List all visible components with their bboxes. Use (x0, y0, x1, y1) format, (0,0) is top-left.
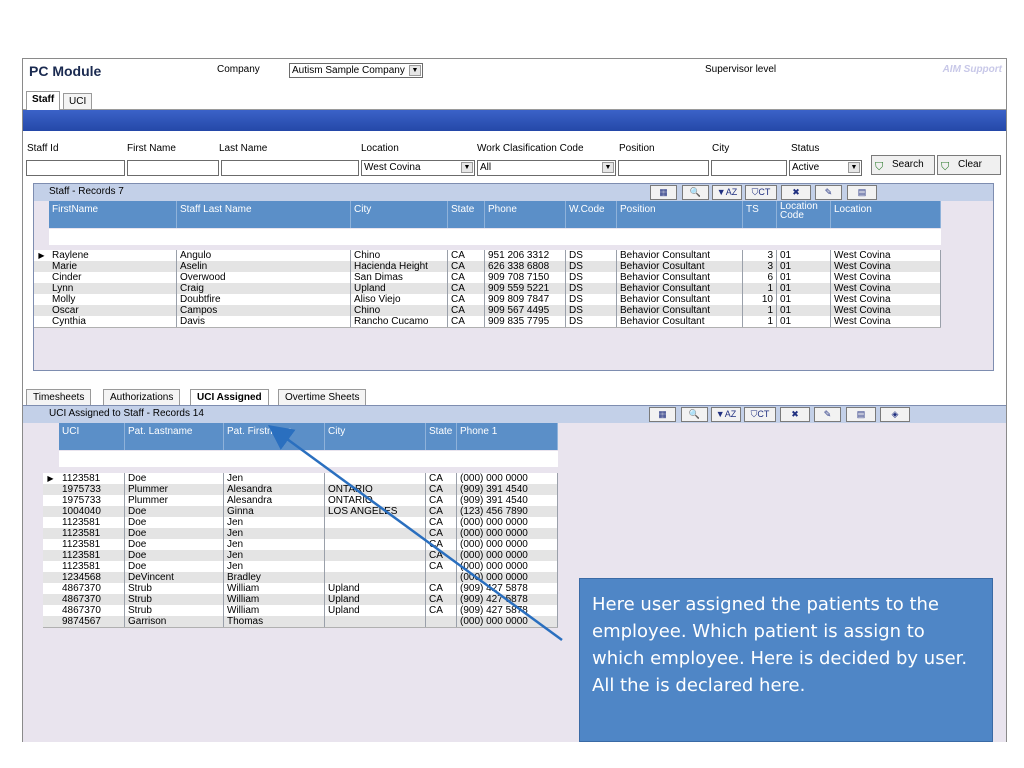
callout-box: Here user assigned the patients to the e… (579, 578, 993, 742)
callout-text: Here user assigned the patients to the e… (592, 594, 968, 696)
